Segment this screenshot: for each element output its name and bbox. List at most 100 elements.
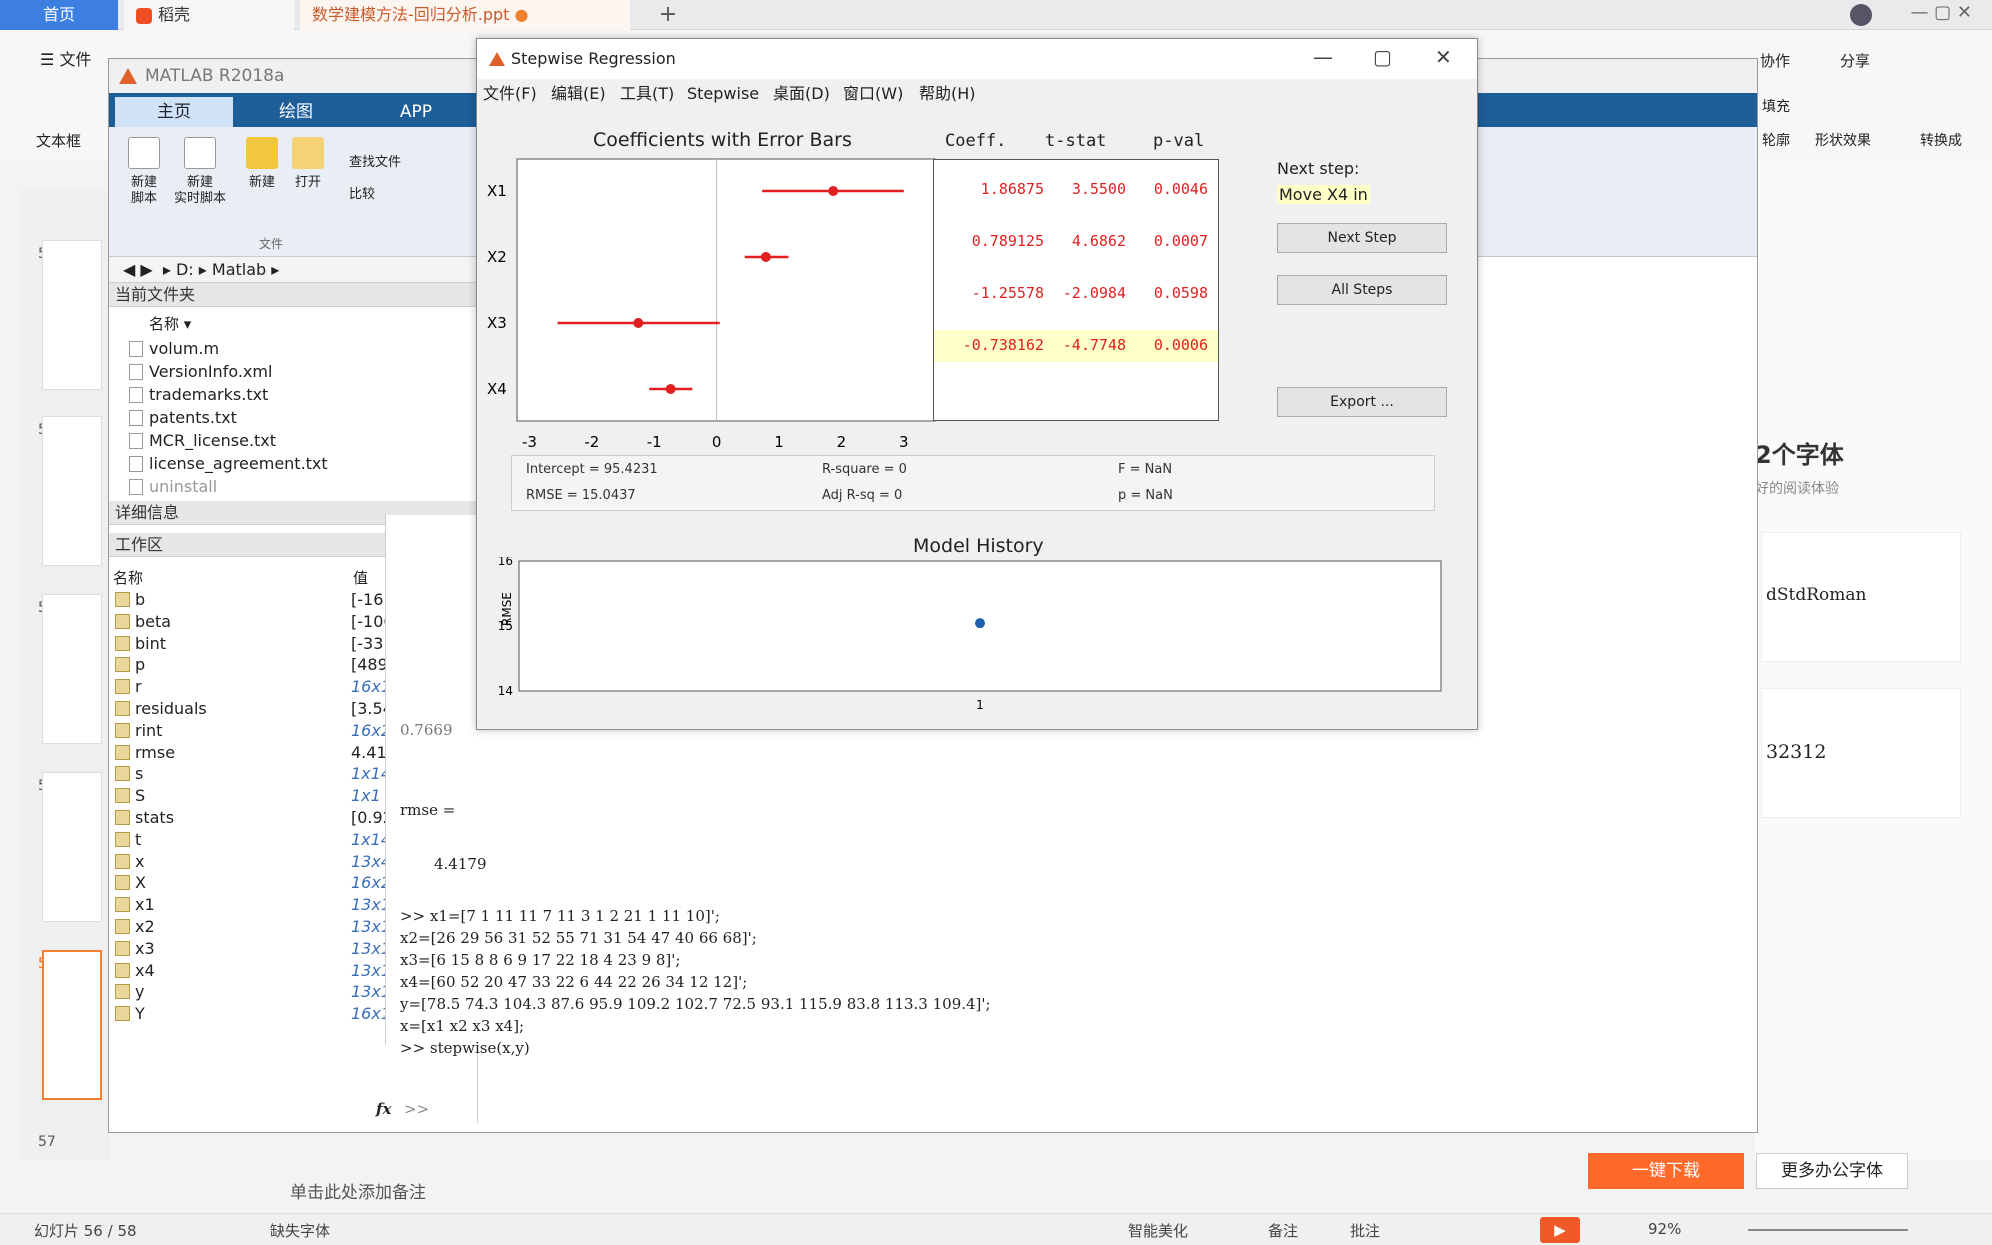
variable-icon — [115, 897, 130, 913]
compare-button[interactable]: 比较 — [349, 183, 375, 202]
path-segment[interactable]: Matlab — [212, 260, 266, 279]
file-item[interactable]: uninstall — [129, 475, 479, 498]
new-script-button[interactable]: 新建 脚本 — [117, 137, 171, 207]
slide-thumb[interactable] — [42, 240, 102, 390]
more-fonts-button[interactable]: 更多办公字体 — [1756, 1153, 1908, 1189]
slide-thumb[interactable] — [42, 772, 102, 922]
file-item[interactable]: license_agreement.txt — [129, 452, 479, 475]
coef-row[interactable]: 1.86875 3.5500 0.0046 — [934, 174, 1218, 206]
window-controls[interactable]: — ▢ ✕ — [1910, 2, 1972, 23]
beautify-button[interactable]: 智能美化 — [1128, 1220, 1188, 1241]
maximize-icon[interactable]: ▢ — [1373, 45, 1392, 69]
new-live-script-button[interactable]: 新建 实时脚本 — [173, 137, 227, 207]
file-item[interactable]: patents.txt — [129, 406, 479, 429]
menu-window[interactable]: 窗口(W) — [843, 79, 903, 109]
export-button[interactable]: Export ... — [1277, 387, 1447, 417]
menu-help[interactable]: 帮助(H) — [919, 79, 976, 109]
file-item[interactable]: trademarks.txt — [129, 383, 479, 406]
shape-effect-button[interactable]: 形状效果 — [1815, 130, 1871, 150]
fill-button[interactable]: 填充 — [1762, 96, 1790, 116]
minimize-icon[interactable]: — — [1313, 45, 1333, 69]
coef-row[interactable]: -0.738162 -4.7748 0.0006 — [934, 330, 1218, 362]
textbox-button[interactable]: 文本框 — [36, 130, 81, 151]
tab-daoke[interactable]: 稻壳 — [124, 0, 294, 30]
slide-thumb[interactable] — [42, 594, 102, 744]
cmd-prompt[interactable]: >> — [404, 1100, 429, 1118]
new-tab-icon[interactable]: + — [650, 0, 686, 30]
share-button[interactable]: 分享 — [1840, 50, 1870, 71]
menu-stepwise[interactable]: Stepwise — [687, 79, 759, 109]
cmd-rmse-label: rmse = — [400, 801, 456, 819]
tab-plots[interactable]: 绘图 — [237, 97, 355, 127]
address-bar[interactable]: ◀ ▶ ▸ D: ▸ Matlab ▸ — [109, 257, 479, 283]
x-tick-label: 2 — [837, 433, 847, 451]
stat-adjr: Adj R-sq = 0 — [822, 488, 903, 503]
close-dot-icon[interactable]: ● — [515, 5, 529, 24]
x-tick-label: 1 — [774, 433, 784, 451]
file-item[interactable]: VersionInfo.xml — [129, 360, 479, 383]
tab-home[interactable]: 首页 — [0, 0, 118, 30]
menu-tools[interactable]: 工具(T) — [620, 79, 674, 109]
var-name: x1 — [135, 895, 155, 915]
menu-edit[interactable]: 编辑(E) — [551, 79, 606, 109]
coef-value: 1.86875 — [980, 180, 1044, 198]
stepwise-window: Stepwise Regression — ▢ ✕ 文件(F) 编辑(E) 工具… — [476, 38, 1478, 730]
notes-placeholder[interactable]: 单击此处添加备注 — [290, 1178, 426, 1203]
slide-thumb-selected[interactable] — [42, 950, 102, 1100]
tab-ppt-label: 数学建模方法-回归分析.ppt — [312, 5, 510, 24]
variable-icon — [115, 962, 130, 978]
menu-file[interactable]: 文件(F) — [483, 79, 537, 109]
coef-row[interactable]: 0.789125 4.6862 0.0007 — [934, 226, 1218, 258]
column-name-header[interactable]: 名称 ▾ — [149, 313, 191, 334]
fx-icon[interactable]: fx — [376, 1100, 391, 1118]
close-icon[interactable]: ✕ — [1435, 45, 1452, 69]
ws-col-value[interactable]: 值 — [353, 567, 368, 588]
row-label: X3 — [487, 314, 507, 332]
download-button[interactable]: 一键下载 — [1588, 1153, 1744, 1189]
outline-button[interactable]: 轮廓 — [1762, 130, 1790, 150]
convert-button[interactable]: 转换成 — [1920, 130, 1962, 150]
history-point — [975, 618, 985, 629]
all-steps-button[interactable]: All Steps — [1277, 275, 1447, 305]
font-card[interactable]: dStdRoman — [1761, 532, 1961, 662]
variable-icon — [115, 875, 130, 891]
menu-icon: ☰ — [40, 50, 60, 69]
slide-thumb[interactable] — [42, 416, 102, 566]
file-name: volum.m — [149, 339, 220, 358]
coef-row[interactable]: -1.25578 -2.0984 0.0598 — [934, 278, 1218, 310]
var-name: r — [135, 677, 142, 697]
path-segment[interactable]: D: — [176, 260, 194, 279]
pval-value: 0.0006 — [1153, 336, 1208, 354]
thumb-number: 57 — [38, 1134, 56, 1150]
font-card[interactable]: 32312 — [1761, 688, 1961, 818]
file-item[interactable]: MCR_license.txt — [129, 429, 479, 452]
tab-apps[interactable]: APP — [357, 97, 475, 127]
tab-ppt-document[interactable]: 数学建模方法-回归分析.ppt ● — [300, 0, 630, 30]
zoom-slider[interactable] — [1748, 1229, 1908, 1231]
ws-col-name[interactable]: 名称 — [113, 567, 143, 588]
menu-file[interactable]: ☰ 文件 — [40, 46, 91, 70]
open-button[interactable]: 打开 — [281, 137, 335, 191]
tab-daoke-label: 稻壳 — [158, 5, 191, 24]
stat-rmse: RMSE = 15.0437 — [526, 488, 636, 503]
next-step-button[interactable]: Next Step — [1277, 223, 1447, 253]
file-name: patents.txt — [149, 408, 237, 427]
tab-home[interactable]: 主页 — [115, 97, 233, 127]
collab-button[interactable]: 协作 — [1760, 50, 1790, 71]
coef-point — [633, 318, 644, 328]
find-files-button[interactable]: 查找文件 — [349, 151, 401, 170]
notes-button[interactable]: 备注 — [1268, 1220, 1298, 1241]
tstat-value: 3.5500 — [1071, 180, 1126, 198]
row-label: X2 — [487, 248, 507, 266]
stepwise-menu: 文件(F) 编辑(E) 工具(T) Stepwise 桌面(D) 窗口(W) 帮… — [477, 79, 1477, 109]
missing-font-button[interactable]: 缺失字体 — [270, 1220, 330, 1241]
history-ylabel: RMSE — [500, 592, 514, 626]
menu-desktop[interactable]: 桌面(D) — [773, 79, 830, 109]
user-avatar[interactable] — [1850, 4, 1872, 26]
variable-icon — [115, 657, 130, 673]
comment-button[interactable]: 批注 — [1350, 1220, 1380, 1241]
file-item[interactable]: volum.m — [129, 337, 479, 360]
play-icon[interactable]: ▶ — [1540, 1217, 1580, 1243]
file-name: VersionInfo.xml — [149, 362, 273, 381]
cmd-line: >> x1=[7 1 11 11 7 11 3 1 2 21 1 11 10]'… — [400, 907, 720, 925]
